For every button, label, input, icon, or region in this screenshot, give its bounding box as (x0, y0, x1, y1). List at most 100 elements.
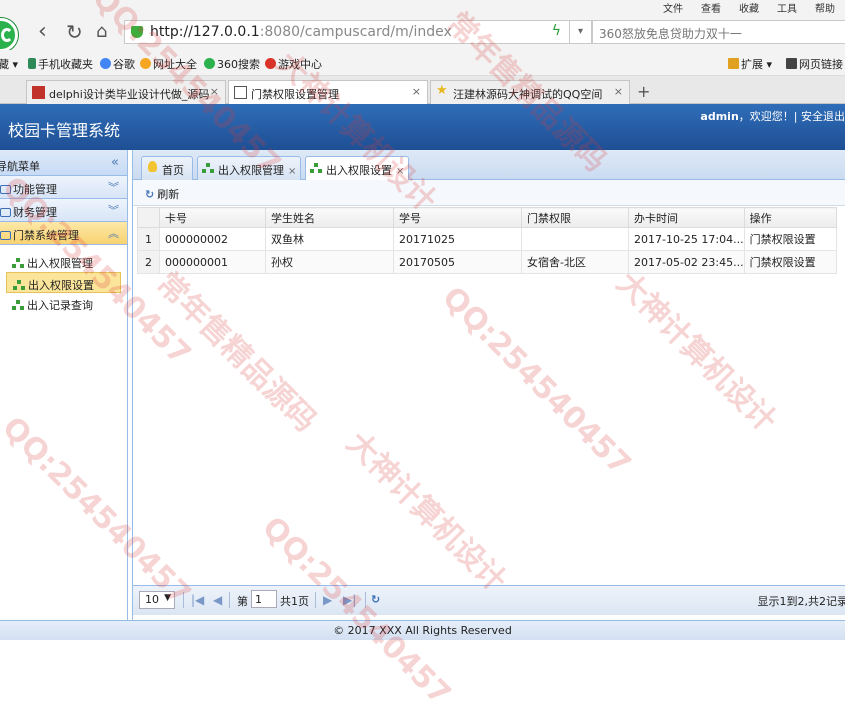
page-number-input[interactable]: 1 (251, 590, 277, 608)
sidebar: 导航菜单 « 功能管理 ︾ 财务管理 ︾ 门禁系统管理 ︽ 出入权限管理 出入权… (0, 150, 128, 620)
close-icon[interactable]: × (396, 166, 404, 177)
bookmark-item[interactable]: 藏 ▾ (0, 56, 18, 72)
tree-icon (310, 163, 322, 173)
cell-permission: 女宿舍-北区 (522, 251, 629, 274)
cell-permission (522, 228, 629, 251)
web-links-button[interactable]: 网页链接 (786, 56, 843, 72)
sidebar-section-access[interactable]: 门禁系统管理 ︽ (0, 222, 127, 245)
tab-home[interactable]: 首页 (141, 156, 193, 180)
star-icon: ★ (436, 83, 449, 96)
prev-page-icon[interactable]: ◀ (213, 593, 222, 607)
first-page-icon[interactable]: |◀ (191, 593, 204, 607)
secure-shield-icon (131, 26, 143, 38)
row-number: 1 (138, 228, 160, 251)
bookmark-item[interactable]: 360搜索 (204, 56, 260, 72)
menu-view[interactable]: 查看 (701, 0, 721, 15)
divider (183, 592, 184, 608)
search-input[interactable]: 360怒放免息贷助力双十一 (592, 20, 845, 44)
welcome-logout[interactable]: ，欢迎您！| 安全退出 (739, 110, 845, 123)
permission-settings-link[interactable]: 门禁权限设置 (744, 228, 836, 251)
column-header[interactable]: 学生姓名 (266, 208, 394, 228)
bookmark-item[interactable]: 网址大全 (140, 56, 197, 72)
bookmark-item[interactable]: 谷歌 (100, 56, 135, 72)
back-icon[interactable]: ‹ (38, 20, 47, 44)
page-size-select[interactable]: 10▼ (139, 591, 175, 609)
new-tab-icon[interactable]: + (637, 82, 650, 101)
sidebar-section-functions[interactable]: 功能管理 ︾ (0, 176, 127, 199)
next-page-icon[interactable]: ▶ (323, 593, 332, 607)
chevron-down-icon: ▼ (164, 593, 171, 603)
welcome-text: admin，欢迎您！| 安全退出 (700, 108, 845, 124)
browser-menubar: 文件 查看 收藏 工具 帮助 (0, 0, 845, 14)
permission-settings-link[interactable]: 门禁权限设置 (744, 251, 836, 274)
cell-student-id: 20171025 (394, 228, 522, 251)
close-icon[interactable]: × (210, 85, 219, 98)
main-panel: 首页 出入权限管理× 出入权限设置× ↻刷新 卡号 学生姓名 学号 门禁权限 办… (132, 150, 845, 620)
page-label: 第 (237, 593, 248, 609)
reload-icon[interactable]: ↻ (66, 20, 83, 44)
group-icon (0, 231, 11, 240)
column-header[interactable]: 卡号 (160, 208, 266, 228)
close-icon[interactable]: × (614, 85, 623, 98)
menu-tools[interactable]: 工具 (777, 0, 797, 15)
table-row[interactable]: 2 000000001 孙权 20170505 女宿舍-北区 2017-05-0… (138, 251, 837, 274)
cell-card: 000000002 (160, 228, 266, 251)
sidebar-item-records[interactable]: 出入记录查询 (0, 293, 127, 314)
divider (315, 592, 316, 608)
browser-address-row: ‹ ↻ ⌂ http://127.0.0.1:8080/campuscard/m… (0, 14, 845, 50)
tab-permission-manage[interactable]: 出入权限管理× (197, 156, 301, 180)
browser-logo-icon[interactable] (0, 18, 18, 52)
bookmark-item[interactable]: 游戏中心 (265, 56, 322, 72)
collapse-icon[interactable]: « (111, 155, 119, 170)
sidebar-item-permission-settings[interactable]: 出入权限设置 (6, 272, 121, 293)
close-icon[interactable]: × (288, 166, 296, 177)
refresh-icon[interactable]: ↻ (371, 593, 380, 606)
bolt-icon[interactable]: ϟ (552, 23, 561, 39)
group-icon (0, 208, 11, 217)
refresh-button[interactable]: ↻刷新 (145, 186, 179, 202)
panel-tab-strip: 首页 出入权限管理× 出入权限设置× (133, 150, 845, 180)
cell-card: 000000001 (160, 251, 266, 274)
search360-icon (204, 58, 215, 69)
column-header[interactable]: 操作 (744, 208, 836, 228)
cell-name: 孙权 (266, 251, 394, 274)
divider (229, 592, 230, 608)
column-header[interactable]: 办卡时间 (629, 208, 745, 228)
sidebar-item-permission-manage[interactable]: 出入权限管理 (0, 251, 127, 272)
link-icon (786, 58, 797, 69)
grid-header-row: 卡号 学生姓名 学号 门禁权限 办卡时间 操作 (138, 208, 837, 228)
bookmark-item[interactable]: 手机收藏夹 (28, 56, 93, 72)
browser-tab-strip: delphi设计类毕业设计代做_源码 × 门禁权限设置管理 × ★ 汪建林源码大… (0, 76, 845, 104)
browser-tab-delphi[interactable]: delphi设计类毕业设计代做_源码 × (26, 80, 226, 104)
cell-name: 双鱼林 (266, 228, 394, 251)
close-icon[interactable]: × (412, 85, 421, 98)
game-icon (265, 58, 276, 69)
chevron-up-icon: ︽ (108, 225, 119, 241)
row-number: 2 (138, 251, 160, 274)
pagination-info: 显示1到2,共2记录 (758, 593, 845, 609)
search-placeholder: 360怒放免息贷助力双十一 (599, 25, 742, 42)
tree-icon (13, 280, 25, 290)
address-dropdown-icon[interactable]: ▾ (570, 20, 592, 44)
cell-time: 2017-10-25 17:04... (629, 228, 745, 251)
extensions-button[interactable]: 扩展 ▾ (728, 56, 772, 72)
sidebar-section-finance[interactable]: 财务管理 ︾ (0, 199, 127, 222)
browser-tab-qq[interactable]: ★ 汪建林源码大神调试的QQ空间 × (430, 80, 630, 104)
last-page-icon[interactable]: ▶| (343, 593, 356, 607)
bookmarks-bar: 藏 ▾ 手机收藏夹 谷歌 网址大全 360搜索 游戏中心 扩展 ▾ 网页链接 (0, 50, 845, 76)
home-icon[interactable]: ⌂ (96, 20, 107, 44)
phone-icon (28, 58, 36, 69)
browser-tab-active[interactable]: 门禁权限设置管理 × (228, 80, 428, 105)
group-icon (0, 185, 11, 194)
table-row[interactable]: 1 000000002 双鱼林 20171025 2017-10-25 17:0… (138, 228, 837, 251)
refresh-icon: ↻ (145, 188, 154, 201)
menu-help[interactable]: 帮助 (815, 0, 835, 15)
column-header[interactable]: 学号 (394, 208, 522, 228)
column-header[interactable]: 门禁权限 (522, 208, 629, 228)
tree-icon (202, 163, 214, 173)
grid-icon (728, 58, 739, 69)
address-bar[interactable]: http://127.0.0.1:8080/campuscard/m/index… (124, 20, 570, 44)
menu-favorites[interactable]: 收藏 (739, 0, 759, 15)
tab-permission-settings[interactable]: 出入权限设置× (305, 156, 409, 181)
menu-file[interactable]: 文件 (663, 0, 683, 15)
